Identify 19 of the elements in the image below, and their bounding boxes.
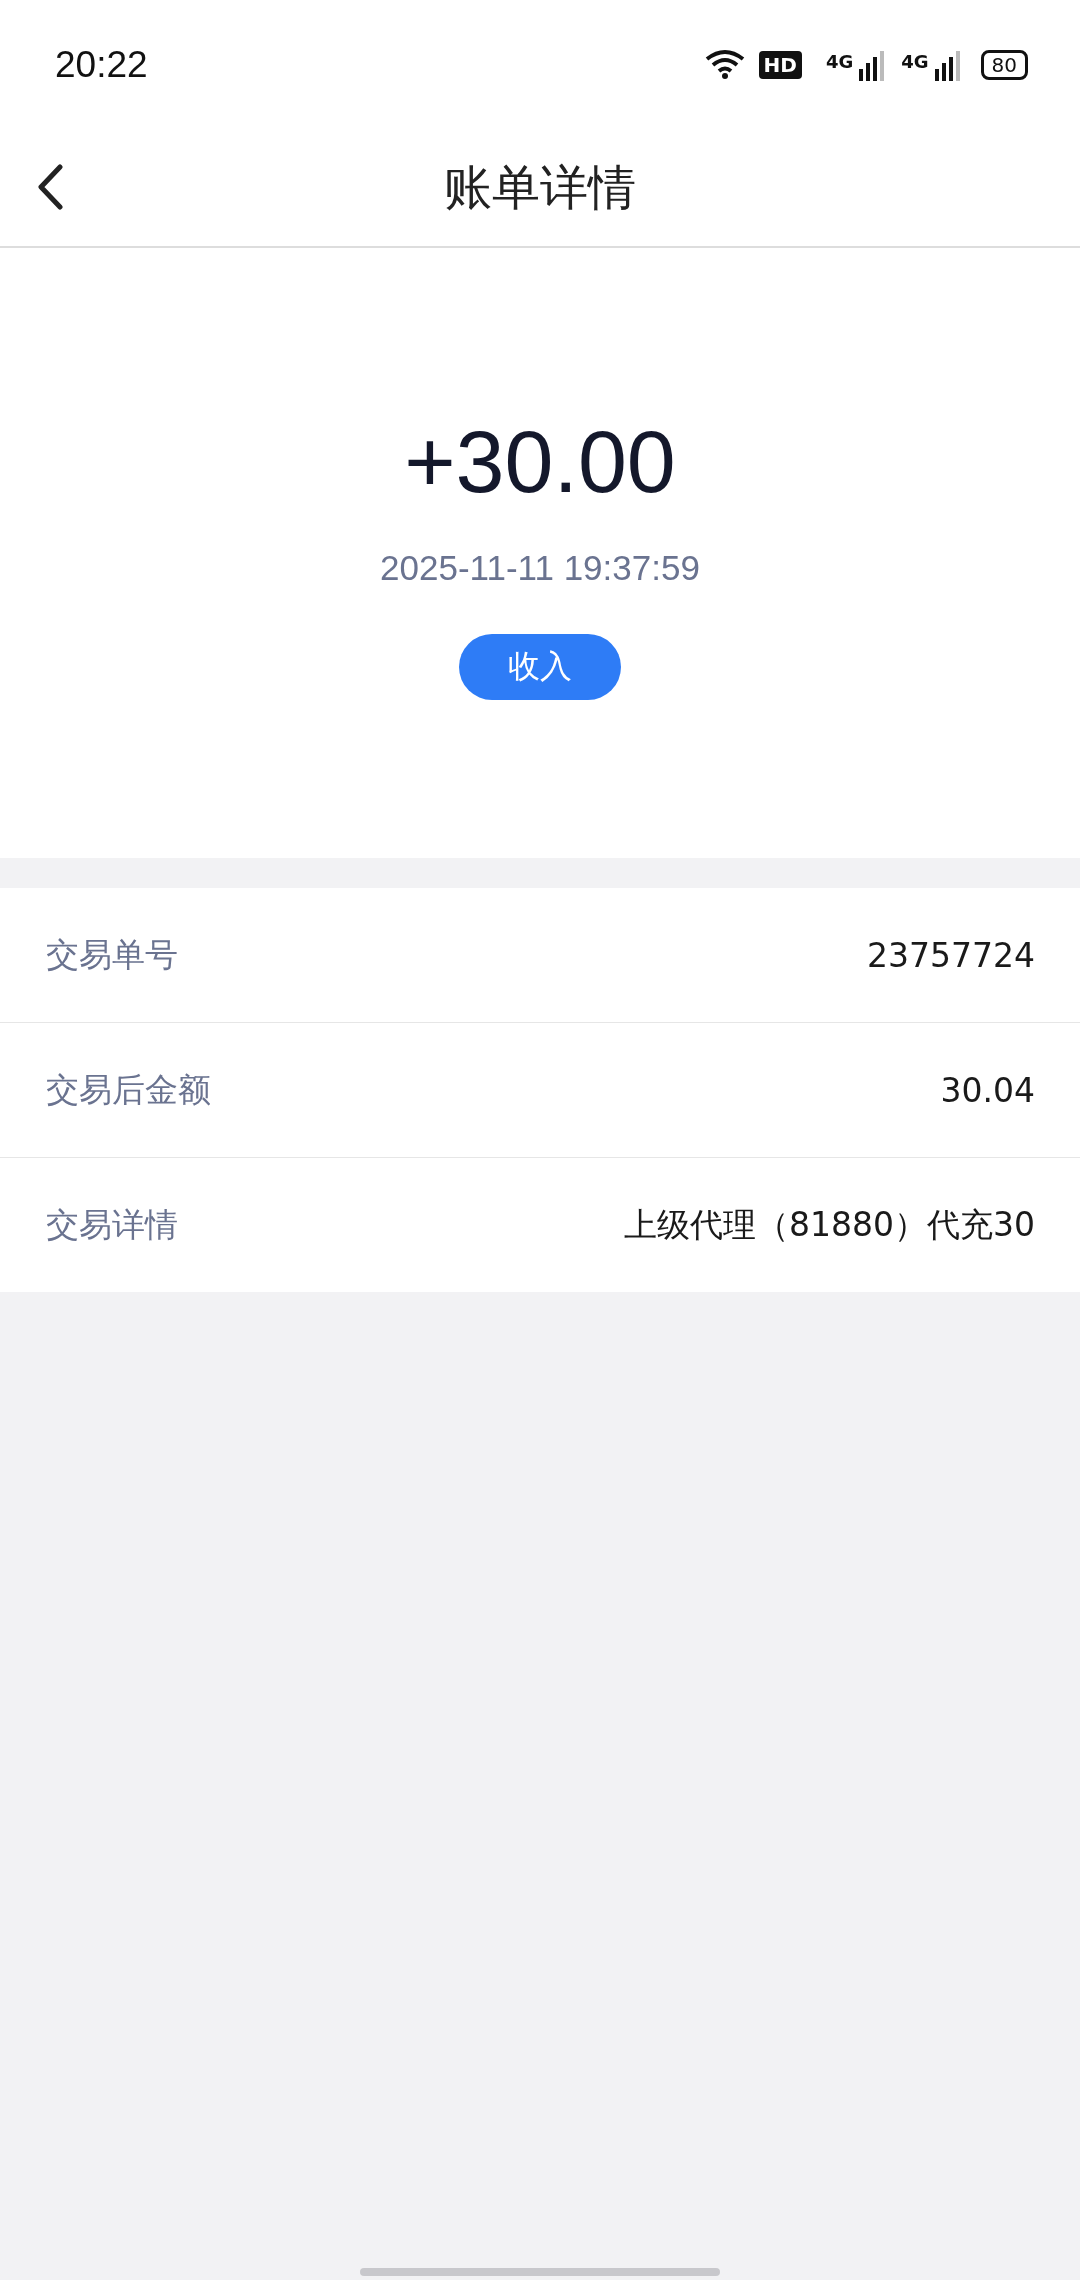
detail-value: 23757724 [867, 935, 1035, 975]
signal-icon [859, 49, 886, 81]
hd-badge: HD [758, 51, 802, 79]
battery-indicator: 80 [980, 50, 1028, 80]
amount-text: +30.00 [404, 418, 676, 506]
page-title: 账单详情 [444, 158, 636, 217]
back-icon[interactable] [36, 164, 64, 210]
datetime-text: 2025-11-11 19:37:59 [380, 548, 700, 588]
wifi-icon [704, 49, 745, 81]
network-label: 4G [825, 51, 854, 72]
status-time: 20:22 [55, 44, 148, 86]
detail-value: 上级代理（81880）代充30 [624, 1203, 1035, 1246]
detail-label: 交易后金额 [46, 1068, 211, 1111]
detail-label: 交易单号 [46, 933, 178, 976]
detail-label: 交易详情 [46, 1203, 178, 1246]
income-tag: 收入 [459, 634, 621, 700]
detail-value: 30.04 [940, 1070, 1035, 1110]
signal-icon [934, 49, 961, 81]
network-label: 4G [901, 51, 929, 72]
